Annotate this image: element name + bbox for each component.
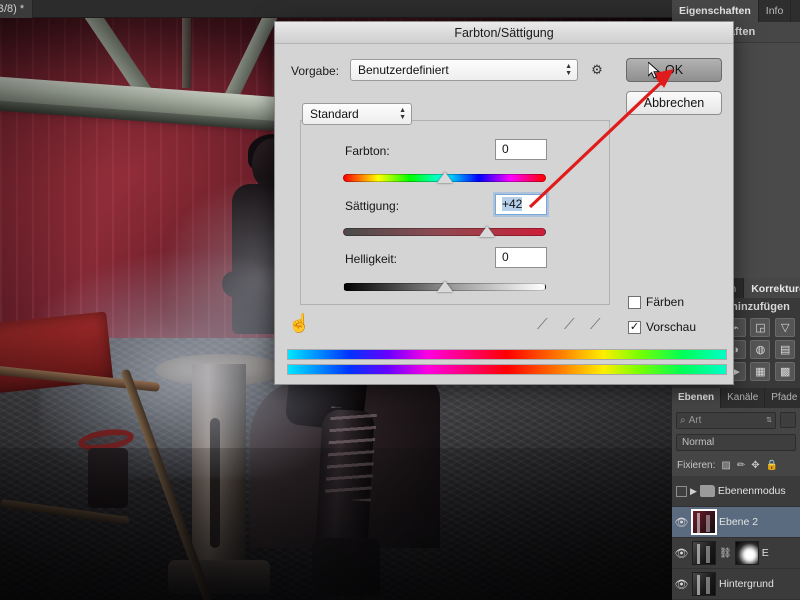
channel-value: Standard [310,107,359,121]
hue-input[interactable]: 0 [495,139,547,160]
chevron-updown-icon: ⇅ [766,417,772,424]
blend-mode-select[interactable]: Normal [676,434,796,451]
adjustment-vibrance-icon[interactable]: ▽ [775,318,796,337]
hue-slider-thumb[interactable] [437,172,453,183]
lock-label: Fixieren: [677,459,716,471]
eye-icon[interactable]: 👁 [674,578,689,591]
layer-name: Ebene 2 [719,516,759,528]
gear-icon[interactable]: ⚙ [588,61,606,79]
adjustment-channel-mixer-icon[interactable]: ▤ [775,340,796,359]
thumbnail-detail [697,513,700,533]
layer-filter-row: ⌕ Art ⇅ [672,408,800,432]
table-row[interactable]: 👁 Ebene 2 [672,507,800,538]
layers-list: ▶ Ebenenmodus 👁 Ebene 2 👁 ⛓ E 👁 Hintergr… [672,476,800,600]
mouse-pointer-icon [648,62,660,79]
preset-label: Vorgabe: [291,64,340,78]
search-icon: ⌕ [680,414,686,426]
link-icon[interactable]: ⛓ [719,548,732,559]
tab-pfade[interactable]: Pfade [765,388,800,408]
saturation-slider-track[interactable] [343,228,546,236]
layers-tab-row: Ebenen Kanäle Pfade [672,388,800,408]
blend-mode-row: Normal [672,432,800,454]
colorize-checkbox-row[interactable]: Färben [628,295,684,309]
layer-filter-select[interactable]: ⌕ Art ⇅ [676,411,776,429]
tab-eigenschaften[interactable]: Eigenschaften [672,0,759,22]
adjustment-exposure-icon[interactable]: ◲ [750,318,771,337]
lock-row: Fixieren: ▨ ✏ ✥ 🔒 [672,454,800,476]
tab-korrekturen[interactable]: Korrekturen [744,278,800,298]
table-row[interactable]: 👁 ⛓ E [672,538,800,569]
saturation-input[interactable]: +42 [495,194,547,215]
dialog-title: Farbton/Sättigung [275,22,733,44]
eyedropper-icon[interactable]: ⟋ [537,316,548,333]
layer-mask-thumbnail[interactable] [734,541,759,565]
table-row[interactable]: 👁 Hintergrund [672,569,800,600]
eyedropper-subtract-icon[interactable]: ⟋ [590,316,601,333]
adjustment-threshold-icon[interactable]: ▦ [750,362,771,381]
ok-button[interactable]: OK [626,58,722,82]
preview-checkbox[interactable]: ✓ [628,320,641,334]
chevron-updown-icon: ▲ ▼ [565,63,572,77]
layer-filter-value: Art [688,414,702,426]
tab-info[interactable]: Info [758,0,792,22]
hue-label: Farbton: [345,144,390,158]
eyedropper-add-icon[interactable]: ⟋ [564,316,575,333]
lightness-input[interactable]: 0 [495,247,547,268]
spectrum-bar-top [287,349,727,360]
screen: , RGB/8) * [0,0,800,600]
colorize-label: Färben [646,295,685,309]
layer-thumbnail[interactable] [691,509,717,535]
brush-lock-icon[interactable]: ✏ [737,460,745,471]
saturation-slider-thumb[interactable] [479,226,495,237]
all-lock-icon[interactable]: 🔒 [766,460,778,471]
preview-checkbox-row[interactable]: ✓ Vorschau [628,320,696,334]
layer-name: Ebenenmodus [717,485,786,497]
thumbnail-detail [697,575,700,595]
folder-icon [699,485,715,497]
hand-icon[interactable]: ☝ [288,313,310,334]
chevron-right-icon[interactable]: ▶ [690,486,697,497]
lightness-slider-thumb[interactable] [437,281,453,292]
thumbnail-detail [697,544,700,564]
table-row[interactable]: ▶ Ebenenmodus [672,476,800,507]
layer-name: Hintergrund [719,578,774,590]
adjustment-photo-filter-icon[interactable]: ◍ [750,340,771,359]
saturation-label: Sättigung: [345,199,400,213]
transparency-lock-icon[interactable]: ▨ [721,460,730,471]
layer-thumbnail[interactable] [692,572,716,596]
move-lock-icon[interactable]: ✥ [751,460,759,471]
layer-name: E [761,547,769,559]
preview-label: Vorschau [646,320,697,334]
adjustment-gradient-map-icon[interactable]: ▩ [775,362,796,381]
tab-ebenen[interactable]: Ebenen [672,388,722,408]
eye-icon[interactable]: 👁 [674,547,689,560]
chevron-updown-icon: ▲ ▼ [399,107,406,121]
layer-thumbnail[interactable] [692,541,716,565]
layer-filter-toggle[interactable] [780,412,796,428]
colorize-checkbox[interactable] [628,295,641,309]
tab-kanaele[interactable]: Kanäle [721,388,766,408]
thumbnail-detail [706,577,710,594]
spectrum-bar-bottom [287,364,727,375]
saturation-value: +42 [502,197,523,211]
preset-select[interactable]: Benutzerdefiniert ▲ ▼ [350,59,578,81]
thumbnail-detail [706,546,710,563]
layer-visibility-checkbox[interactable] [676,485,687,497]
properties-tab-row: Eigenschaften Info [672,0,800,22]
lightness-label: Helligkeit: [345,252,398,266]
preset-value: Benutzerdefiniert [358,63,449,77]
channel-select[interactable]: Standard ▲ ▼ [302,103,412,125]
eye-icon[interactable]: 👁 [674,516,689,529]
document-tab[interactable]: , RGB/8) * [0,0,34,18]
cancel-button[interactable]: Abbrechen [626,91,722,115]
thumbnail-detail [706,515,710,532]
